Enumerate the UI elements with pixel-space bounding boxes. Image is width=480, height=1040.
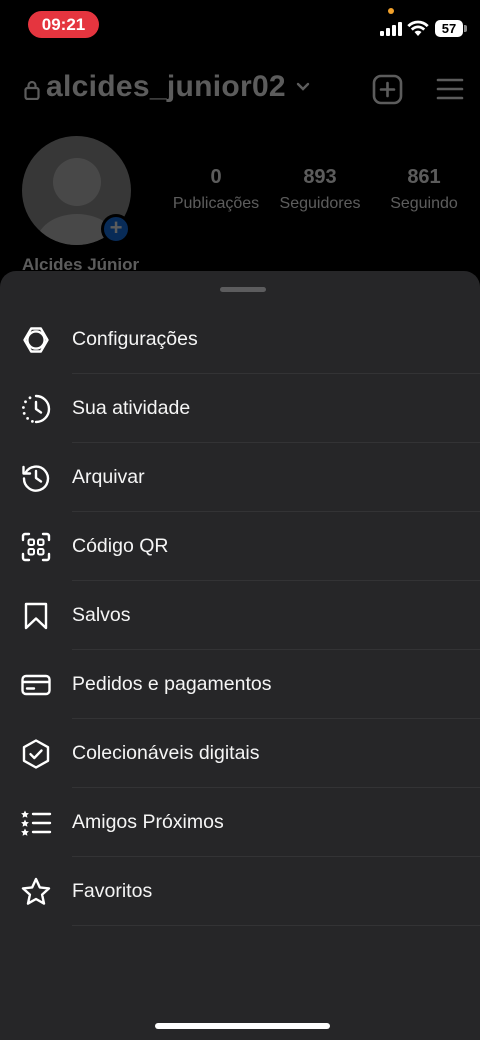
create-post-icon[interactable] (372, 74, 403, 105)
stat-followers-value: 893 (303, 166, 337, 188)
menu-item-settings[interactable]: Configurações (0, 305, 480, 374)
menu-item-digital-collectibles[interactable]: Colecionáveis digitais (0, 719, 480, 788)
battery-icon: 57 (435, 20, 463, 37)
star-icon (21, 877, 51, 905)
stat-following-value: 861 (407, 166, 441, 188)
profile-header: alcides_junior02 + 0 Publicações 893 Seg… (0, 50, 480, 280)
close-friends-list-icon (21, 810, 52, 836)
battery-tip (464, 25, 467, 32)
settings-gear-icon (23, 326, 49, 353)
menu-item-close-friends[interactable]: Amigos Próximos (0, 788, 480, 857)
activity-clock-icon (22, 394, 51, 423)
stat-posts[interactable]: 0 Publicações (168, 166, 264, 213)
menu-item-label: Favoritos (72, 880, 153, 902)
menu-item-label: Colecionáveis digitais (72, 742, 260, 764)
stat-followers-label: Seguidores (279, 195, 361, 212)
privacy-indicator-dot (388, 8, 394, 14)
stat-posts-value: 0 (210, 166, 222, 188)
stat-following[interactable]: 861 Seguindo (380, 166, 468, 213)
status-time: 09:21 (28, 11, 99, 38)
stat-following-label: Seguindo (390, 195, 458, 212)
credit-card-icon (21, 674, 51, 695)
menu-item-favorites[interactable]: Favoritos (0, 857, 480, 926)
menu-item-label: Pedidos e pagamentos (72, 673, 272, 695)
verified-shield-icon (22, 738, 50, 769)
wifi-icon (407, 20, 429, 36)
options-bottom-sheet: Configurações Sua atividade Arquivar Cód… (0, 271, 480, 1040)
menu-item-label: Arquivar (72, 466, 145, 488)
sheet-drag-handle[interactable] (220, 287, 266, 292)
menu-item-label: Código QR (72, 535, 169, 557)
archive-history-icon (22, 464, 50, 492)
profile-username[interactable]: alcides_junior02 (46, 70, 286, 104)
menu-item-saved[interactable]: Salvos (0, 581, 480, 650)
status-bar: 09:21 57 (0, 0, 480, 50)
chevron-down-icon[interactable] (296, 82, 310, 92)
stat-posts-label: Publicações (172, 195, 260, 212)
cellular-signal-icon (380, 22, 402, 36)
bookmark-icon (24, 602, 48, 629)
qr-code-icon (21, 532, 51, 561)
add-story-icon[interactable]: + (101, 214, 131, 244)
menu-item-label: Salvos (72, 604, 131, 626)
menu-item-orders-payments[interactable]: Pedidos e pagamentos (0, 650, 480, 719)
menu-item-activity[interactable]: Sua atividade (0, 374, 480, 443)
menu-item-qr-code[interactable]: Código QR (0, 512, 480, 581)
home-indicator[interactable] (155, 1023, 330, 1029)
menu-item-label: Amigos Próximos (72, 811, 224, 833)
menu-list: Configurações Sua atividade Arquivar Cód… (0, 305, 480, 926)
stat-followers[interactable]: 893 Seguidores (272, 166, 368, 213)
hamburger-menu-icon[interactable] (436, 77, 464, 101)
menu-item-label: Configurações (72, 328, 198, 350)
menu-item-label: Sua atividade (72, 397, 191, 419)
menu-item-archive[interactable]: Arquivar (0, 443, 480, 512)
lock-icon (24, 80, 40, 100)
